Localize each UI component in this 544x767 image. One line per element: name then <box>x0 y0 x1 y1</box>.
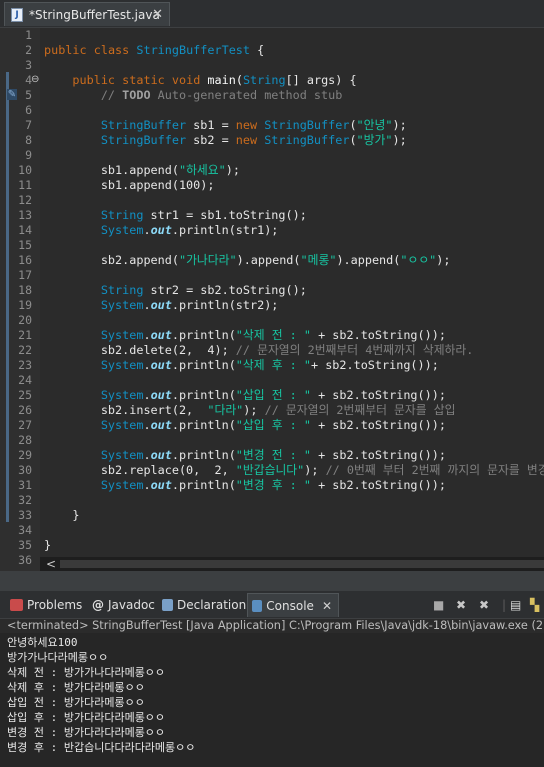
line-number: 25 <box>18 388 32 402</box>
tab-declaration[interactable]: Declaration <box>162 593 246 617</box>
line-number: 4 <box>25 73 32 87</box>
code-editor[interactable]: 1 2 3 4 5 6 7 8 9 10 11 12 13 14 15 16 17 18 19 20 21 22 23 24 2… <box>0 28 544 571</box>
line-number: 24 <box>18 373 32 387</box>
code-line-7: StringBuffer sb1 = new StringBuffer("안녕"… <box>100 118 407 132</box>
at-icon: @ <box>92 598 104 612</box>
line-number: 1 <box>25 28 32 42</box>
panel-divider <box>0 571 544 591</box>
problems-icon <box>10 599 23 611</box>
console-line: 삭제 후 : 방가다라메롱ㅇㅇ <box>7 681 145 694</box>
stop-icon[interactable]: ■ <box>433 598 444 612</box>
console-icon <box>252 599 263 612</box>
code-line-13: String str1 = sb1.toString(); <box>100 208 307 222</box>
line-number: 32 <box>18 493 32 507</box>
terminated-status: <terminated> StringBufferTest [Java Appl… <box>7 619 544 632</box>
code-line-4: public static void main(String[] args) { <box>72 73 357 87</box>
code-line-27: System.out.println("삽입 후 : " + sb2.toStr… <box>100 418 446 432</box>
line-number: 28 <box>18 433 32 447</box>
scrollbar-thumb[interactable] <box>60 560 544 568</box>
code-line-10: sb1.append("하세요"); <box>100 163 240 177</box>
code-line-30: sb2.replace(0, 2, "반갑습니다"); // 0번째 부터 2번… <box>100 463 544 477</box>
console-output[interactable]: 안녕하세요100 방가가나다라메롱ㅇㅇ 삭제 전 : 방가가나다라메롱ㅇㅇ 삭제… <box>0 633 544 767</box>
line-number: 35 <box>18 538 32 552</box>
console-line: 변경 후 : 반갑습니다다라다라메롱ㅇㅇ <box>7 741 196 754</box>
line-number: 10 <box>18 163 32 177</box>
console-line: 삽입 전 : 방가다라메롱ㅇㅇ <box>7 696 145 709</box>
editor-tab-bar: J *StringBufferTest.java ✕ <box>0 0 544 28</box>
line-number: 27 <box>18 418 32 432</box>
fold-collapse-icon[interactable]: ⊖ <box>31 74 39 85</box>
line-number: 9 <box>25 148 32 162</box>
line-number: 21 <box>18 328 32 342</box>
console-tab-bar: Problems @ Javadoc Declaration Console ✕ … <box>0 591 544 619</box>
line-number: 18 <box>18 283 32 297</box>
code-line-26: sb2.insert(2, "다라"); // 문자열의 2번째부터 문자를 삽… <box>100 403 456 417</box>
close-console-icon[interactable]: ✕ <box>322 599 332 613</box>
code-line-31: System.out.println("변경 후 : " + sb2.toStr… <box>100 478 446 492</box>
line-number: 23 <box>18 358 32 372</box>
line-number: 20 <box>18 313 32 327</box>
line-number: 16 <box>18 253 32 267</box>
console-line: 변경 전 : 방가다라다라메롱ㅇㅇ <box>7 726 166 739</box>
line-number-gutter: 1 2 3 4 5 6 7 8 9 10 11 12 13 14 15 16 17 18 19 20 21 22 23 24 2… <box>0 28 40 571</box>
code-line-19: System.out.println(str2); <box>100 298 279 312</box>
line-number: 30 <box>18 463 32 477</box>
line-number: 15 <box>18 238 32 252</box>
code-line-5: // TODO Auto-generated method stub <box>100 88 343 102</box>
close-tab-icon[interactable]: ✕ <box>152 7 163 22</box>
code-line-29: System.out.println("변경 전 : " + sb2.toStr… <box>100 448 446 462</box>
remove-launch-icon[interactable]: ✖ <box>456 598 466 612</box>
line-number: 14 <box>18 223 32 237</box>
line-number: 36 <box>18 553 32 567</box>
code-line-22: sb2.delete(2, 4); // 문자열의 2번째부터 4번째까지 삭제… <box>100 343 474 357</box>
code-line-16: sb2.append("가나다라").append("메롱").append("… <box>100 253 451 267</box>
line-number: 11 <box>18 178 32 192</box>
console-status-bar: <terminated> StringBufferTest [Java Appl… <box>0 619 544 633</box>
tab-javadoc[interactable]: @ Javadoc <box>92 593 155 617</box>
line-number: 17 <box>18 268 32 282</box>
code-line-11: sb1.append(100); <box>100 178 215 192</box>
remove-all-icon[interactable]: ✖ <box>479 598 489 612</box>
clear-console-icon[interactable]: ▤ <box>510 598 521 612</box>
java-file-icon: J <box>11 7 23 22</box>
task-marker-icon: ✎ <box>7 89 17 100</box>
line-number: 2 <box>25 43 32 57</box>
code-line-35: } <box>44 538 52 552</box>
line-number: 6 <box>25 103 32 117</box>
code-line-8: StringBuffer sb2 = new StringBuffer("방가"… <box>100 133 407 147</box>
code-line-18: String str2 = sb2.toString(); <box>100 283 307 297</box>
code-line-14: System.out.println(str1); <box>100 223 279 237</box>
horizontal-scrollbar[interactable]: < <box>40 557 544 571</box>
line-number: 12 <box>18 193 32 207</box>
console-line: 안녕하세요100 <box>7 636 78 649</box>
tab-console[interactable]: Console ✕ <box>247 593 339 617</box>
console-line: 방가가나다라메롱ㅇㅇ <box>7 651 109 664</box>
line-number: 3 <box>25 58 32 72</box>
code-line-21: System.out.println("삭제 전 : " + sb2.toStr… <box>100 328 446 342</box>
declaration-icon <box>162 599 173 611</box>
line-number: 33 <box>18 508 32 522</box>
scroll-left-arrow-icon[interactable]: < <box>46 557 56 571</box>
scroll-lock-icon[interactable]: ▚ <box>530 598 539 612</box>
editor-tab-title: *StringBufferTest.java <box>29 7 160 22</box>
line-number: 13 <box>18 208 32 222</box>
line-number: 7 <box>25 118 32 132</box>
line-number: 34 <box>18 523 32 537</box>
toolbar-separator: | <box>502 598 507 612</box>
editor-tab-stringbuffertest[interactable]: J *StringBufferTest.java ✕ <box>4 2 170 26</box>
line-number: 31 <box>18 478 32 492</box>
code-line-2: public class StringBufferTest { <box>44 43 265 57</box>
console-line: 삭제 전 : 방가가나다라메롱ㅇㅇ <box>7 666 166 679</box>
code-line-33: } <box>72 508 80 522</box>
line-number: 8 <box>25 133 32 147</box>
code-line-23: System.out.println("삭제 후 : "+ sb2.toStri… <box>100 358 439 372</box>
console-line: 삽입 후 : 방가다라다라메롱ㅇㅇ <box>7 711 166 724</box>
tab-problems[interactable]: Problems <box>10 593 82 617</box>
line-number: 22 <box>18 343 32 357</box>
line-number: 26 <box>18 403 32 417</box>
line-number: 29 <box>18 448 32 462</box>
code-line-25: System.out.println("삽입 전 : " + sb2.toStr… <box>100 388 446 402</box>
line-number: 19 <box>18 298 32 312</box>
